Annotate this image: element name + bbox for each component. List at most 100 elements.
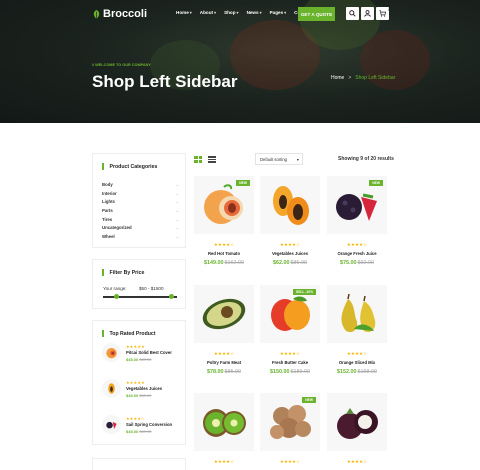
product-image[interactable] bbox=[327, 285, 387, 343]
original-price: $60.00 bbox=[139, 392, 152, 398]
product-name[interactable]: Sail Spring Conversion bbox=[126, 422, 172, 427]
breadcrumb: Home > Shop Left Sidebar bbox=[331, 75, 395, 81]
peach-icon bbox=[204, 184, 243, 224]
product-card[interactable]: ★★★★☆ Poltry Farm Meat $78.00$85.00 bbox=[194, 285, 254, 375]
product-image[interactable] bbox=[327, 393, 387, 451]
original-price: $60.00 bbox=[139, 428, 152, 434]
user-icon bbox=[364, 10, 371, 17]
arrow-right-icon: → bbox=[175, 190, 179, 196]
breadcrumb-home[interactable]: Home bbox=[331, 75, 344, 81]
kiwi-icon bbox=[203, 409, 246, 437]
nuts-icon bbox=[270, 405, 311, 439]
product-card[interactable]: ★★★★☆ Vegetables Juices $62.00$85.00 bbox=[260, 176, 320, 266]
product-name[interactable]: Orange Sliced Mix bbox=[327, 360, 387, 365]
list-view-toggle[interactable] bbox=[208, 156, 216, 163]
peach-icon bbox=[106, 347, 117, 359]
results-count: Showing 9 of 20 results bbox=[338, 156, 394, 162]
sale-price: $62.00 bbox=[273, 260, 290, 266]
sale-price: $45.00 bbox=[126, 392, 139, 398]
search-button[interactable] bbox=[346, 7, 359, 20]
menu-item-news[interactable]: News ▾ bbox=[247, 10, 262, 15]
category-item[interactable]: Tires → bbox=[102, 215, 179, 224]
cart-icon bbox=[379, 10, 386, 17]
papaya-icon bbox=[273, 186, 309, 225]
product-name[interactable]: Orange Fresh Juice bbox=[327, 251, 387, 256]
product-card[interactable]: NEW ★★★★☆ bbox=[260, 393, 320, 470]
top-rated-item[interactable]: ★★★★★ Vegetables Juices $45.00$60.00 bbox=[102, 379, 162, 398]
top-rated-item[interactable]: ★★★★★ Pitcai Solid Best Cover $45.00$60.… bbox=[102, 343, 172, 362]
cart-button[interactable]: 0 bbox=[376, 7, 390, 20]
category-item[interactable]: Uncategorized → bbox=[102, 223, 179, 232]
sale-price: $149.00 bbox=[204, 260, 224, 266]
category-item[interactable]: Body → bbox=[102, 180, 179, 189]
product-name[interactable]: Vegetables Juices bbox=[126, 386, 162, 391]
price-range-value: $50 - $1500 bbox=[139, 286, 164, 291]
mangosteen-icon bbox=[337, 408, 378, 439]
rating-stars: ★★★★☆ bbox=[213, 242, 235, 247]
category-item[interactable]: Interior → bbox=[102, 189, 179, 198]
product-name[interactable]: Vegetables Juices bbox=[260, 251, 320, 256]
search-icon bbox=[349, 10, 356, 17]
page-title: Shop Left Sidebar bbox=[92, 72, 238, 91]
categories-widget: Product Categories Body → Interior → Light… bbox=[92, 153, 186, 248]
product-name[interactable]: Pitcai Solid Best Cover bbox=[126, 350, 172, 355]
shop-content: Product Categories Body → Interior → Light… bbox=[0, 123, 480, 470]
main-menu: Home▾ About▾ Shop▾ News▾ Pages▾ Contact bbox=[176, 10, 311, 15]
breadcrumb-separator: > bbox=[348, 75, 352, 81]
slider-max-handle[interactable] bbox=[168, 294, 174, 299]
product-image[interactable] bbox=[194, 393, 254, 451]
original-price: $162.00 bbox=[224, 260, 245, 266]
arrow-right-icon: → bbox=[175, 233, 179, 239]
top-nav: Broccoli Home ▾ About ▾ Shop ▾ News ▾ Pages ▾… bbox=[0, 0, 480, 30]
chevron-down-icon: ▾ bbox=[259, 10, 262, 15]
logo[interactable]: Broccoli bbox=[92, 8, 147, 20]
product-card[interactable]: NEW ★★★★☆ Orange Fresh Juice $75.00$92.00 bbox=[327, 176, 387, 266]
menu-item-about[interactable]: About ▾ bbox=[200, 10, 216, 15]
sale-price: $45.00 bbox=[126, 428, 139, 434]
product-card[interactable]: ★★★★☆ bbox=[194, 393, 254, 470]
avocado-icon bbox=[202, 298, 246, 330]
product-card[interactable]: ★★★★☆ bbox=[327, 393, 387, 470]
product-name[interactable]: Fresh Butter Cake bbox=[260, 360, 320, 365]
product-image[interactable]: NEW bbox=[327, 176, 387, 234]
product-tags-widget bbox=[92, 458, 186, 470]
chevron-down-icon: ▾ bbox=[284, 10, 287, 15]
original-price: $85.00 bbox=[290, 260, 308, 266]
category-item[interactable]: Wheel → bbox=[102, 232, 179, 241]
sale-price: $45.00 bbox=[126, 356, 139, 362]
account-button[interactable] bbox=[361, 7, 374, 20]
product-card[interactable]: SELL -10% ★★★★☆ Fresh Butter Cake $150.00$1… bbox=[260, 285, 320, 375]
leaf-icon bbox=[93, 9, 100, 19]
product-image[interactable]: NEW bbox=[260, 393, 320, 451]
arrow-right-icon: → bbox=[175, 199, 179, 205]
menu-item-home[interactable]: Home ▾ bbox=[176, 10, 192, 15]
grid-view-toggle[interactable] bbox=[194, 156, 202, 163]
chevron-down-icon: ▾ bbox=[296, 156, 299, 162]
original-price: $85.00 bbox=[224, 369, 242, 375]
rating-stars: ★★★★☆ bbox=[279, 242, 301, 247]
top-rated-item[interactable]: ★★★★☆ Sail Spring Conversion $45.00$60.0… bbox=[102, 415, 172, 434]
product-name[interactable]: Poltry Farm Meat bbox=[194, 360, 254, 365]
menu-item-pages[interactable]: Pages ▾ bbox=[270, 10, 287, 15]
product-image[interactable] bbox=[194, 285, 254, 343]
original-price: $180.00 bbox=[290, 369, 311, 375]
product-image[interactable]: NEW bbox=[194, 176, 254, 234]
berries-icon bbox=[336, 193, 377, 221]
rating-stars: ★★★★☆ bbox=[279, 351, 301, 356]
mango-icon bbox=[271, 296, 310, 331]
product-image[interactable]: SELL -10% bbox=[260, 285, 320, 343]
category-item[interactable]: Lights → bbox=[102, 197, 179, 206]
product-thumbnail bbox=[102, 379, 121, 398]
category-item[interactable]: Parts → bbox=[102, 206, 179, 215]
sort-select[interactable]: Default sorting ▾ bbox=[255, 153, 303, 165]
slider-min-handle[interactable] bbox=[113, 294, 119, 299]
product-card[interactable]: NEW ★★★★☆ Red Hot Tomato $149.00$162.00 bbox=[194, 176, 254, 266]
pear-icon bbox=[341, 293, 376, 333]
product-name[interactable]: Red Hot Tomato bbox=[194, 251, 254, 256]
price-slider[interactable] bbox=[103, 294, 177, 299]
product-image[interactable] bbox=[260, 176, 320, 234]
menu-item-shop[interactable]: Shop ▾ bbox=[224, 10, 239, 15]
rating-stars: ★★★★★ bbox=[126, 343, 145, 349]
product-card[interactable]: ★★★★☆ Orange Sliced Mix $152.00$158.00 bbox=[327, 285, 387, 375]
get-a-quote-button[interactable]: GET A QUOTE bbox=[298, 7, 335, 21]
